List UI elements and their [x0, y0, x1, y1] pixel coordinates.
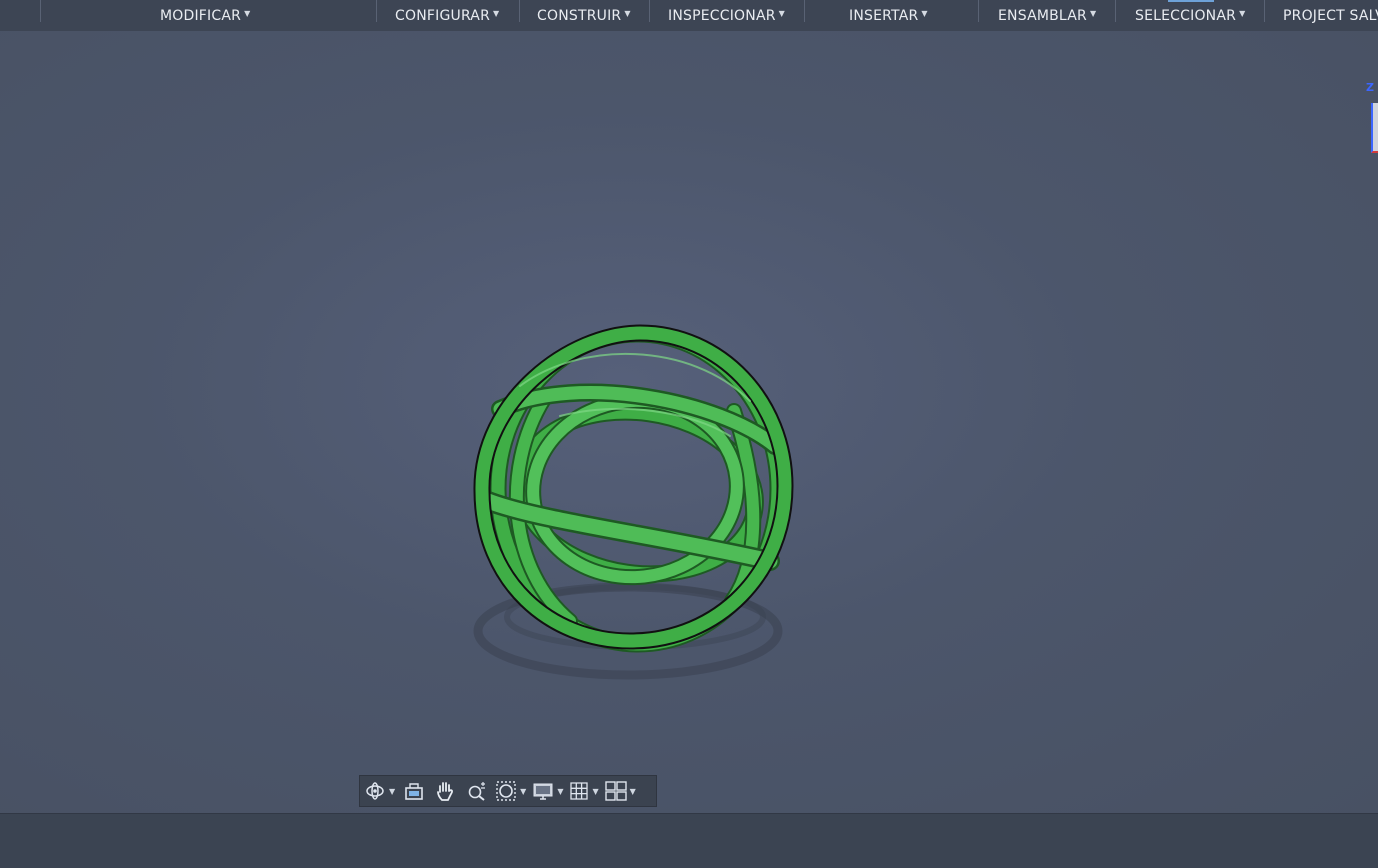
ribbon-separator: [40, 0, 41, 22]
grid-button[interactable]: [567, 777, 591, 805]
menu-label: INSERTAR: [849, 7, 919, 24]
viewports-icon: [604, 781, 627, 801]
caret-down-icon: ▼: [244, 9, 251, 18]
ribbon-separator: [978, 0, 979, 22]
fit-window-icon: [496, 781, 516, 801]
top-ribbon: MODIFICAR ▼ CONFIGURAR ▼ CONSTRUIR ▼ INSPEC…: [0, 0, 1378, 32]
orbit-button[interactable]: [362, 777, 388, 805]
display-settings-icon: [533, 783, 553, 800]
pan-hand-icon: [437, 782, 454, 801]
menu-label: INSPECCIONAR: [668, 7, 776, 24]
orbit-icon: [366, 782, 384, 800]
z-axis-label: Z: [1366, 81, 1374, 94]
caret-down-icon: ▼: [1089, 9, 1097, 18]
caret-down-icon: ▼: [778, 9, 786, 18]
grid-icon: [570, 782, 589, 800]
menu-label: PROJECT SALV: [1283, 7, 1378, 24]
menu-configurar[interactable]: CONFIGURAR ▼: [395, 0, 499, 31]
ribbon-separator: [649, 0, 650, 22]
sphere-cage-model[interactable]: [460, 321, 800, 691]
menu-label: CONSTRUIR: [537, 7, 622, 24]
menu-ensamblar[interactable]: ENSAMBLAR ▼: [998, 0, 1096, 31]
menu-project-salv[interactable]: PROJECT SALV: [1283, 0, 1378, 31]
ribbon-separator: [1115, 0, 1116, 22]
bottom-timeline-bar: [0, 813, 1378, 868]
caret-down-icon: ▼: [1239, 9, 1246, 18]
menu-inspeccionar[interactable]: INSPECCIONAR ▼: [668, 0, 785, 31]
orbit-dropdown-icon[interactable]: ▼: [389, 787, 395, 796]
caret-down-icon: ▼: [921, 9, 928, 18]
display-dropdown-icon[interactable]: ▼: [557, 787, 563, 796]
menu-label: ENSAMBLAR: [998, 7, 1087, 24]
fit-dropdown-icon[interactable]: ▼: [520, 787, 526, 796]
fit-window-button[interactable]: [493, 777, 519, 805]
canvas-viewport[interactable]: Z ▼ ▼ ▼ ▼ ▼: [0, 31, 1378, 813]
display-settings-button[interactable]: [530, 777, 556, 805]
menu-label: SELECCIONAR: [1135, 7, 1237, 24]
grid-dropdown-icon[interactable]: ▼: [592, 787, 598, 796]
pan-button[interactable]: [429, 777, 461, 805]
menu-modificar[interactable]: MODIFICAR ▼: [160, 0, 250, 31]
look-at-button[interactable]: [399, 777, 429, 805]
caret-down-icon: ▼: [624, 9, 631, 18]
navigation-bar: ▼ ▼ ▼ ▼ ▼: [359, 775, 657, 807]
viewports-button[interactable]: [603, 777, 629, 805]
look-at-icon: [405, 783, 423, 800]
caret-down-icon: ▼: [493, 9, 500, 18]
ribbon-separator: [804, 0, 805, 22]
zoom-icon: [468, 782, 486, 801]
viewcube-face[interactable]: [1371, 103, 1378, 153]
menu-construir[interactable]: CONSTRUIR ▼: [537, 0, 631, 31]
menu-label: CONFIGURAR: [395, 7, 491, 24]
menu-seleccionar[interactable]: SELECCIONAR ▼: [1135, 0, 1245, 31]
ribbon-separator: [1264, 0, 1265, 22]
viewports-dropdown-icon[interactable]: ▼: [630, 787, 636, 796]
zoom-button[interactable]: [461, 777, 493, 805]
menu-label: MODIFICAR: [160, 7, 242, 24]
menu-insertar[interactable]: INSERTAR ▼: [849, 0, 928, 31]
ribbon-separator: [519, 0, 520, 22]
ribbon-separator: [376, 0, 377, 22]
viewcube[interactable]: Z: [1366, 81, 1378, 157]
